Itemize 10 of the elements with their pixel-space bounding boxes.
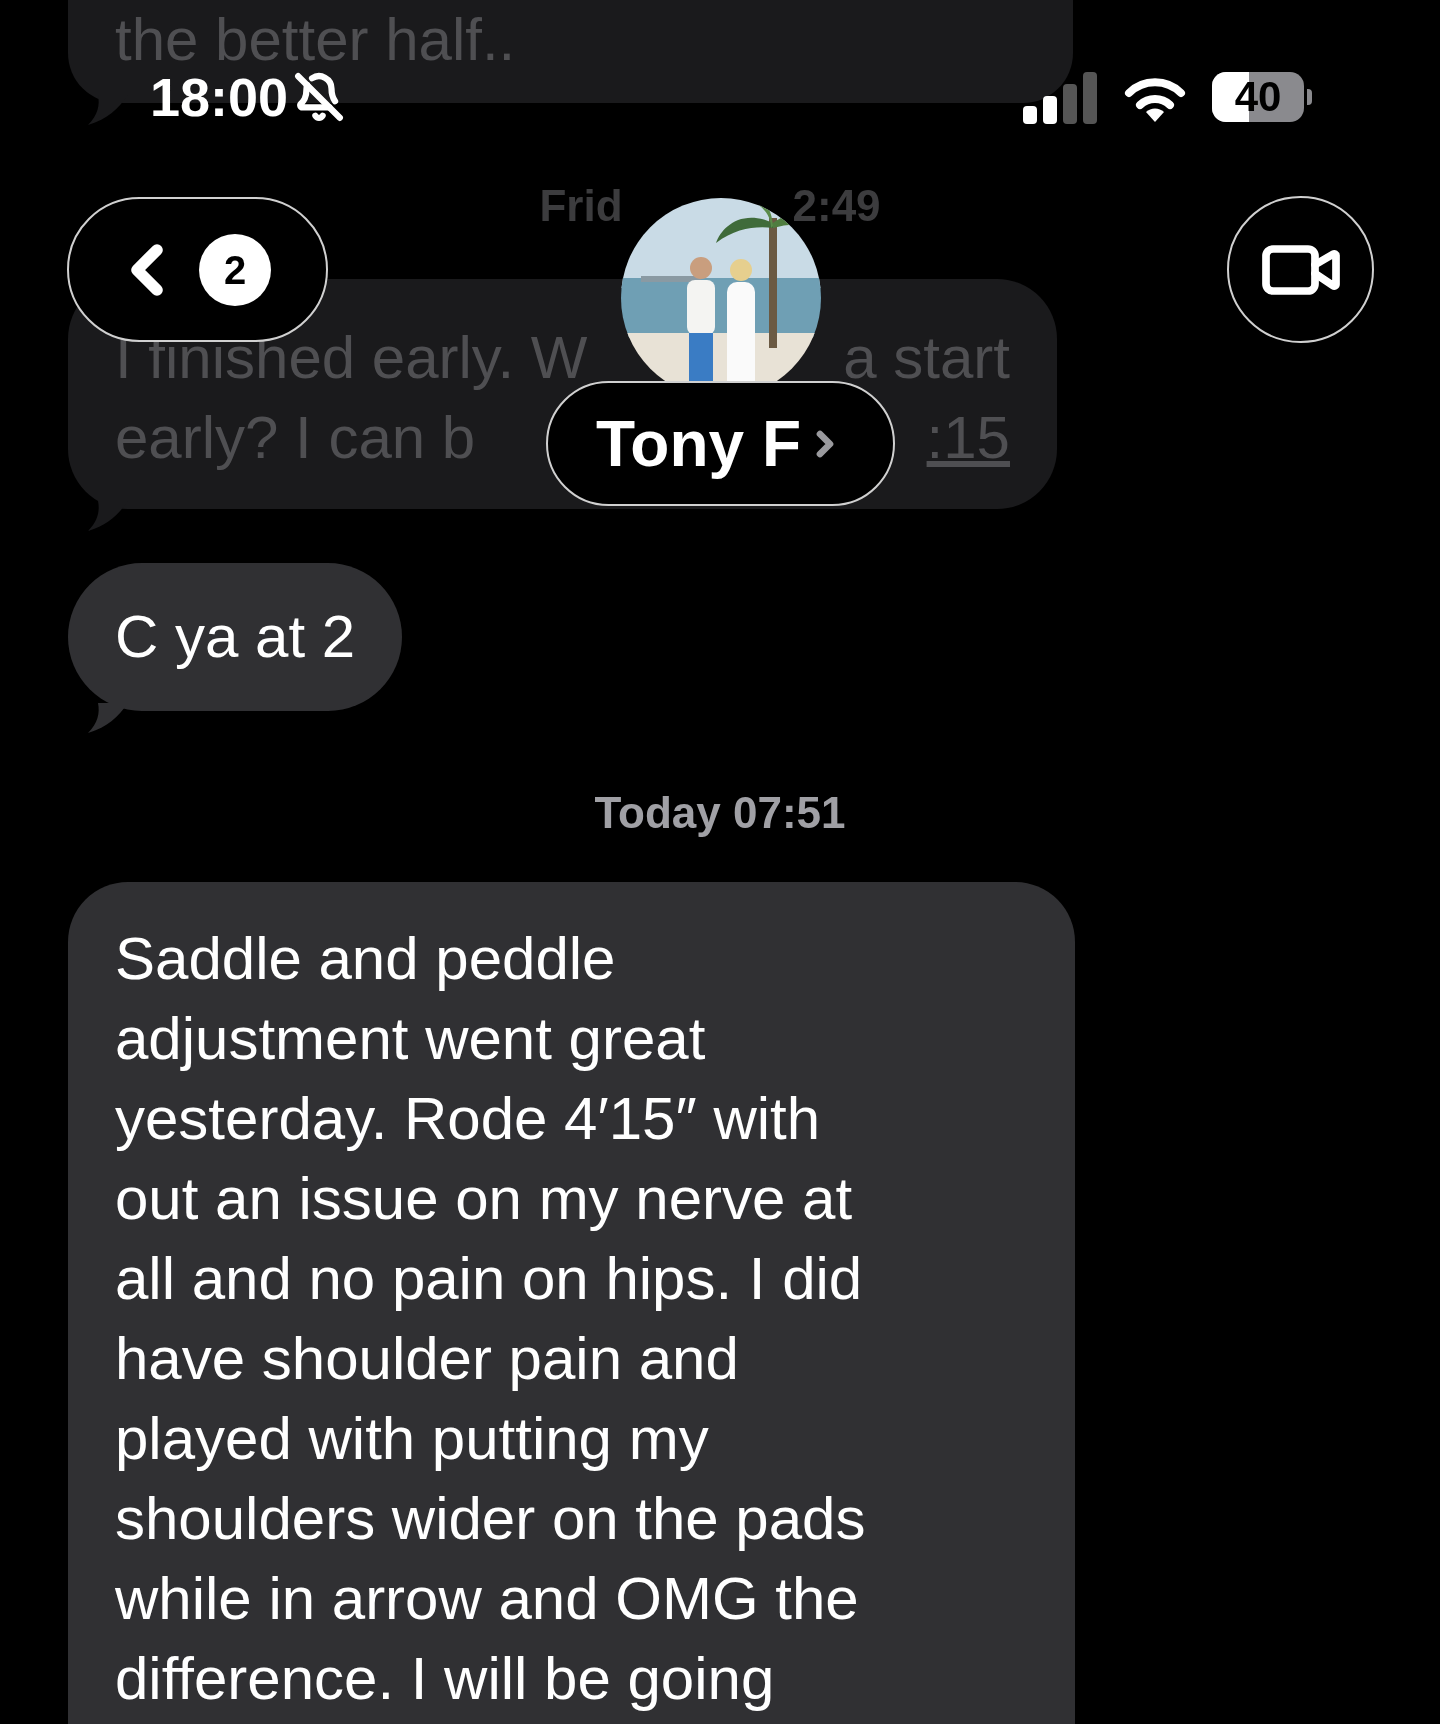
signal-icon [1023,72,1097,124]
status-time: 18:00 [150,66,289,128]
unread-badge: 2 [199,233,271,306]
message-text: C ya at 2 [115,602,356,672]
message-text: Saddle and peddle adjustment went great yesterday. Rode 4′15″ with out an issue on my nerve at all and no pain on hips. I did have shoulder pain and played with putting my shoulders wider on the pads while in arrow and OMG the difference. I will be going [115,924,867,1714]
contact-name-button[interactable]: Tony F [546,381,895,506]
timestamp: Today 07:51 [594,787,846,839]
timestamp: 2:49 [792,180,881,232]
battery-tip [1307,89,1312,105]
timestamp: Frid [539,180,623,232]
